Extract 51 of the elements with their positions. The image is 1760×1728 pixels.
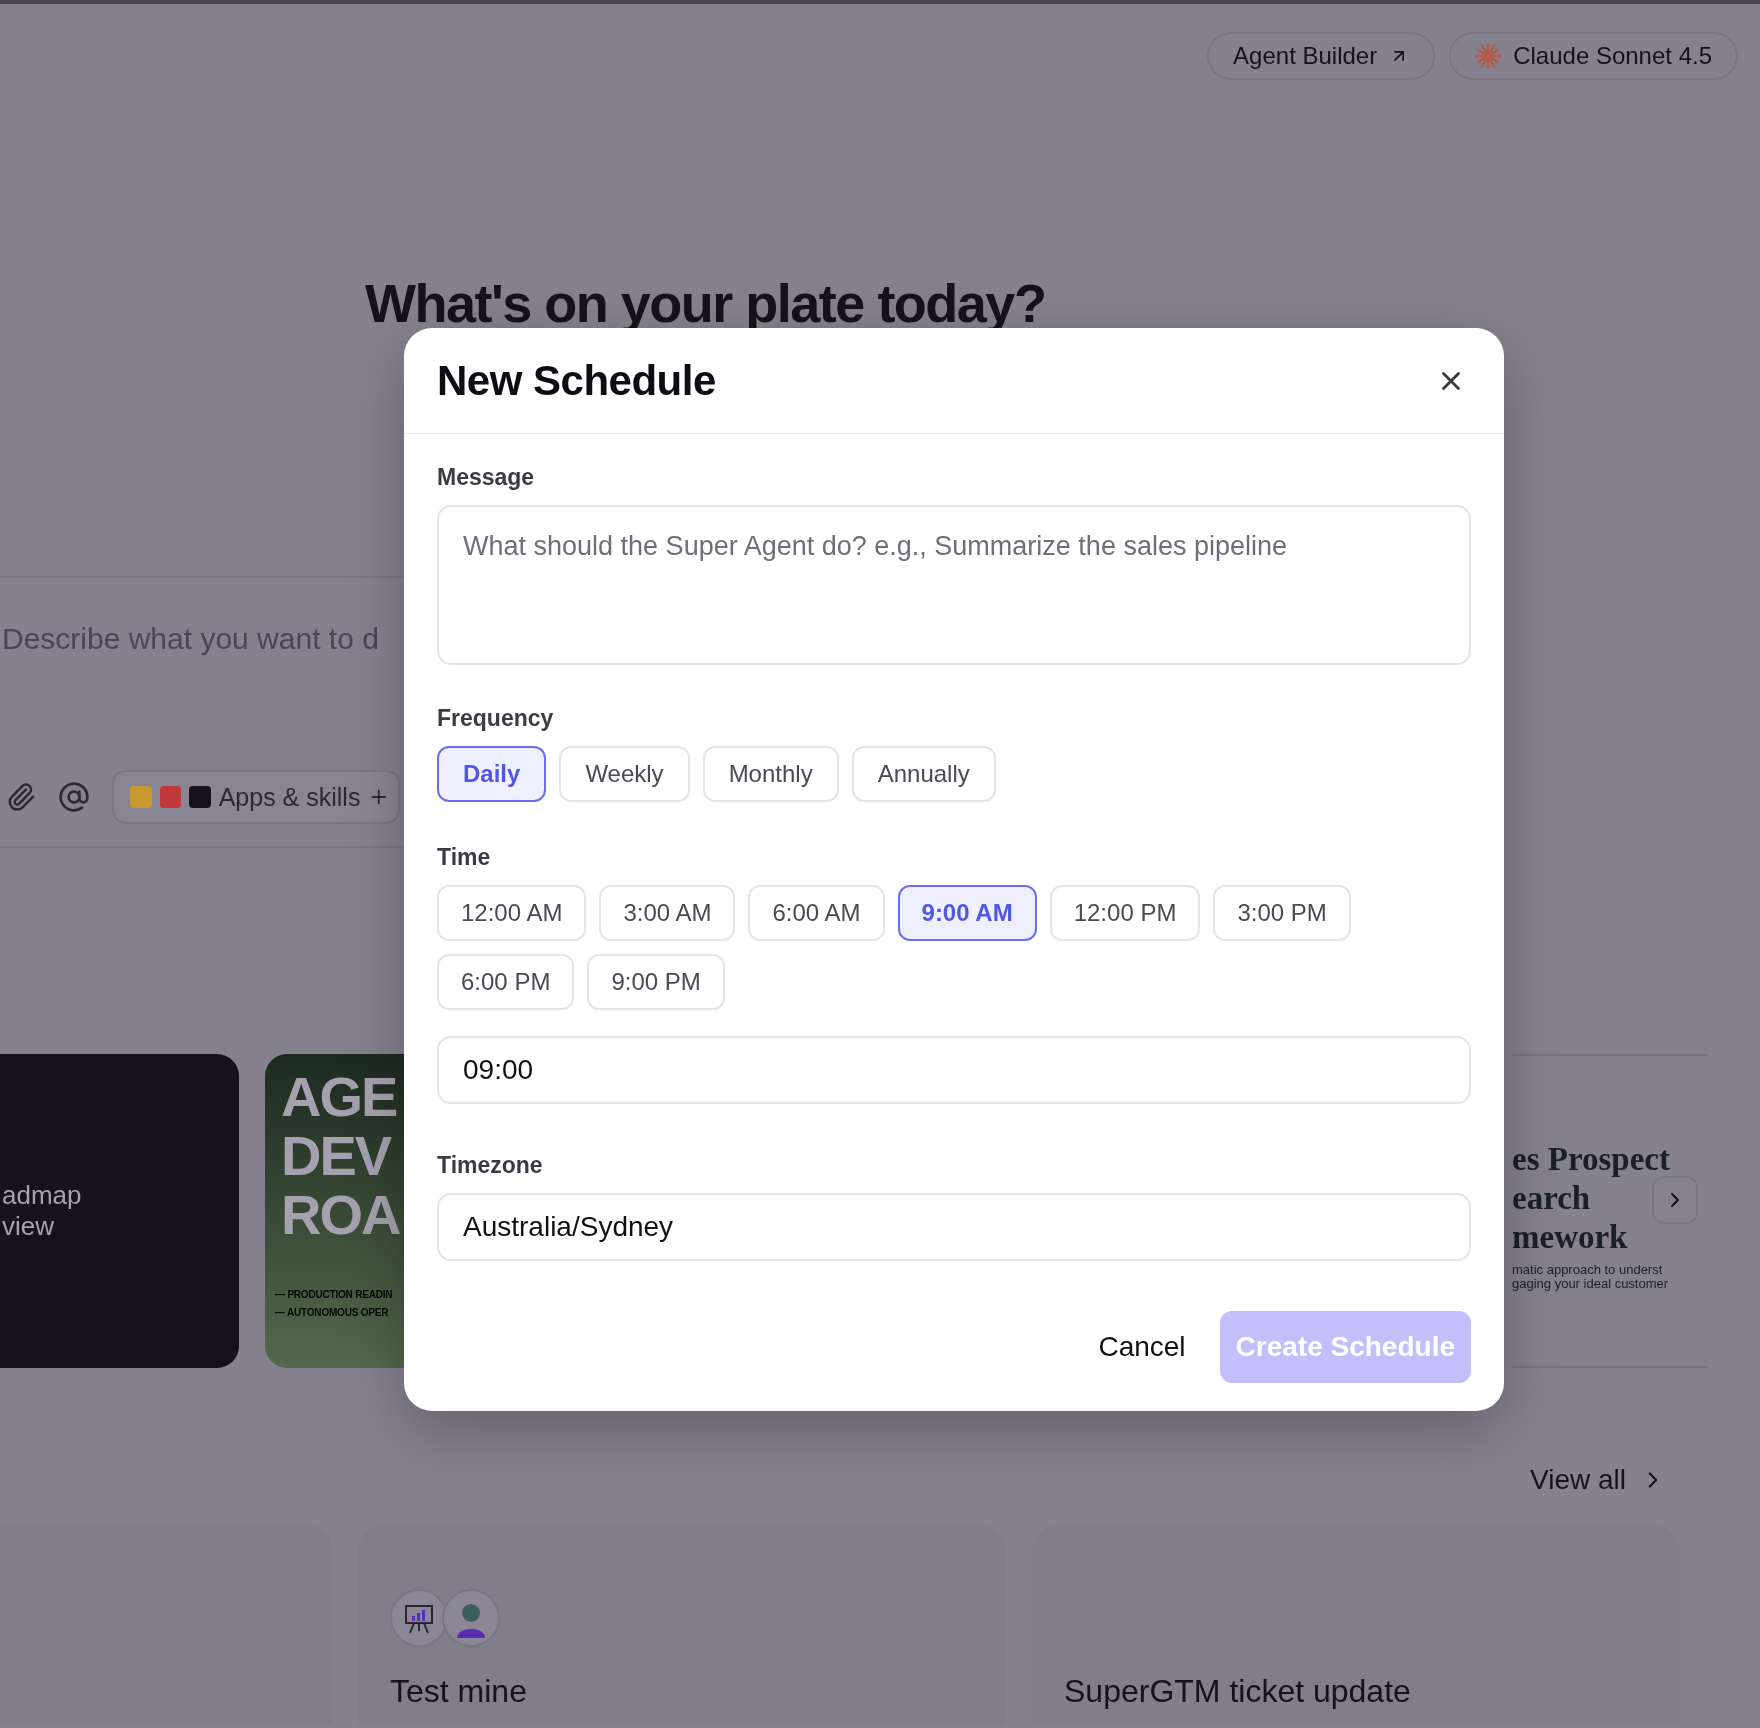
- asterisk-icon: [1475, 43, 1502, 69]
- app-icon: [130, 786, 152, 808]
- app-icon: [189, 786, 211, 808]
- model-selector-button[interactable]: Claude Sonnet 4.5: [1449, 32, 1738, 80]
- article-title: earch: [1512, 1179, 1591, 1219]
- poster-title: ROA: [281, 1185, 400, 1245]
- recent-card[interactable]: SuperGTM ticket update: [1032, 1524, 1680, 1724]
- card-title: view: [2, 1211, 55, 1243]
- view-all-link[interactable]: View all: [1530, 1464, 1666, 1496]
- poster-card[interactable]: AGE DEV ROA — PRODUCTION READIN — AUTONOMOUS OPER: [265, 1054, 404, 1368]
- article-title: es Prospect: [1512, 1140, 1670, 1180]
- frequency-option[interactable]: Weekly: [559, 746, 690, 802]
- message-field[interactable]: What should the Super Agent do? e.g., Summarize the sales pipeline: [437, 505, 1471, 665]
- time-field[interactable]: 09:00: [437, 1036, 1471, 1104]
- timezone-field[interactable]: Australia/Sydney: [437, 1193, 1471, 1261]
- field-label: Timezone: [437, 1152, 544, 1179]
- time-option[interactable]: 3:00 AM: [599, 885, 736, 941]
- time-option[interactable]: 6:00 AM: [748, 885, 885, 941]
- time-option[interactable]: 9:00 AM: [897, 885, 1037, 941]
- poster-note: — PRODUCTION READIN: [275, 1289, 393, 1301]
- time-option[interactable]: 9:00 PM: [587, 954, 725, 1010]
- article-card[interactable]: es Prospect earch mework matic approach to underst gaging your ideal customer: [1512, 1054, 1708, 1368]
- card-title: admap: [2, 1179, 83, 1211]
- article-description: matic approach to underst: [1512, 1263, 1663, 1278]
- poster-title: AGE: [281, 1068, 397, 1127]
- featured-card[interactable]: admap view: [0, 1054, 239, 1368]
- poster-note: — AUTONOMOUS OPER: [275, 1307, 389, 1319]
- at-sign-icon[interactable]: [58, 781, 90, 813]
- poster-title: DEV: [281, 1126, 391, 1186]
- cancel-button[interactable]: Cancel: [1094, 1321, 1190, 1373]
- agent-builder-button[interactable]: Agent Builder: [1207, 32, 1436, 80]
- frequency-option[interactable]: Annually: [851, 746, 996, 802]
- article-description: gaging your ideal customer: [1512, 1277, 1669, 1292]
- frequency-option[interactable]: Monthly: [702, 746, 839, 802]
- recent-title: Test mine: [390, 1673, 527, 1710]
- time-option[interactable]: 3:00 PM: [1213, 885, 1351, 941]
- app-icon: [159, 786, 182, 808]
- time-option[interactable]: 12:00 AM: [437, 885, 587, 941]
- recent-card[interactable]: Test mine: [358, 1524, 1006, 1724]
- time-option[interactable]: 12:00 PM: [1049, 885, 1201, 941]
- field-label: Time: [437, 844, 492, 871]
- field-label: Message: [437, 464, 536, 491]
- paperclip-icon[interactable]: [6, 782, 36, 812]
- recent-title: SuperGTM ticket update: [1064, 1673, 1411, 1710]
- article-title: mework: [1512, 1218, 1628, 1258]
- time-option[interactable]: 6:00 PM: [437, 954, 575, 1010]
- frequency-option[interactable]: Daily: [437, 746, 547, 802]
- dialog-title: New Schedule: [437, 356, 716, 405]
- page-heading: What's on your plate today?: [365, 276, 1047, 330]
- field-label: Frequency: [437, 705, 555, 732]
- apps-skills-button[interactable]: Apps & skills: [112, 770, 400, 824]
